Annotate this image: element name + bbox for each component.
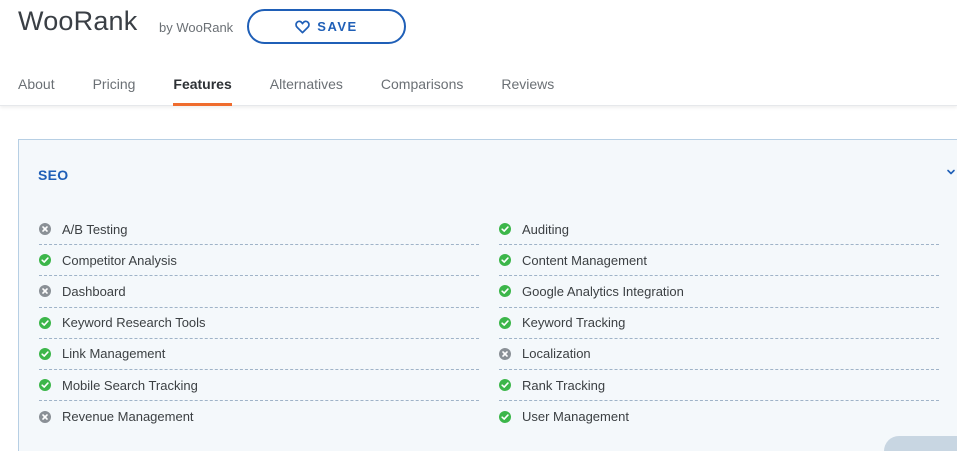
feature-list-right: Auditing Content Management Google Analyti… [499, 214, 939, 432]
product-header: WooRank by WooRank SAVE About Pricing Fe… [0, 0, 957, 106]
check-circle-icon [499, 379, 511, 392]
check-circle-icon [499, 223, 511, 236]
tab-about[interactable]: About [18, 76, 55, 106]
section-title-seo[interactable]: SEO [38, 167, 68, 183]
check-circle-icon [39, 347, 51, 360]
tab-features[interactable]: Features [173, 76, 233, 106]
feature-row: Link Management [39, 339, 479, 370]
feature-label: Rank Tracking [522, 377, 606, 393]
feature-row: Revenue Management [39, 401, 479, 432]
back-to-top-button[interactable] [884, 436, 957, 451]
check-circle-icon [39, 316, 51, 329]
feature-label: Localization [522, 346, 591, 362]
feature-row: Dashboard [39, 276, 479, 308]
feature-label: Auditing [522, 221, 569, 237]
feature-label: Link Management [62, 346, 166, 362]
product-tabs: About Pricing Features Alternatives Comp… [18, 76, 592, 106]
feature-row: Google Analytics Integration [499, 276, 939, 308]
save-button[interactable]: SAVE [247, 9, 406, 44]
feature-row: Competitor Analysis [39, 245, 479, 277]
feature-row: Auditing [499, 214, 939, 246]
feature-list-left: A/B Testing Competitor Analysis Dashboard K… [39, 214, 479, 432]
check-circle-icon [39, 379, 51, 392]
feature-label: Content Management [522, 252, 648, 268]
check-circle-icon [499, 254, 511, 267]
heart-outline-icon [295, 19, 311, 33]
seo-features-panel: SEO A/B Testing Competitor Analysis Dashbo… [18, 139, 957, 451]
feature-row: Localization [499, 339, 939, 370]
feature-label: Keyword Tracking [522, 315, 626, 331]
feature-label: Keyword Research Tools [62, 315, 206, 331]
feature-label: Revenue Management [62, 409, 194, 425]
check-circle-icon [499, 285, 511, 298]
x-circle-icon [39, 223, 51, 236]
x-circle-icon [499, 347, 511, 360]
feature-label: User Management [522, 409, 629, 425]
x-circle-icon [39, 410, 51, 423]
feature-row: User Management [499, 401, 939, 432]
feature-row: Rank Tracking [499, 370, 939, 402]
check-circle-icon [39, 254, 51, 267]
feature-label: Competitor Analysis [62, 252, 177, 268]
feature-row: Content Management [499, 245, 939, 277]
feature-row: A/B Testing [39, 214, 479, 246]
tab-reviews[interactable]: Reviews [501, 76, 554, 106]
chevron-down-icon[interactable] [945, 166, 957, 178]
feature-label: Google Analytics Integration [522, 283, 684, 299]
tab-pricing[interactable]: Pricing [93, 76, 136, 106]
vendor-link[interactable]: by WooRank [159, 20, 233, 35]
feature-row: Keyword Tracking [499, 308, 939, 339]
check-circle-icon [499, 410, 511, 423]
check-circle-icon [499, 316, 511, 329]
feature-label: A/B Testing [62, 221, 128, 237]
feature-row: Keyword Research Tools [39, 308, 479, 339]
feature-row: Mobile Search Tracking [39, 370, 479, 402]
feature-label: Dashboard [62, 283, 126, 299]
feature-label: Mobile Search Tracking [62, 377, 198, 393]
product-title: WooRank [18, 6, 138, 36]
tab-alternatives[interactable]: Alternatives [270, 76, 343, 106]
save-button-label: SAVE [317, 19, 358, 34]
x-circle-icon [39, 285, 51, 298]
tab-comparisons[interactable]: Comparisons [381, 76, 463, 106]
